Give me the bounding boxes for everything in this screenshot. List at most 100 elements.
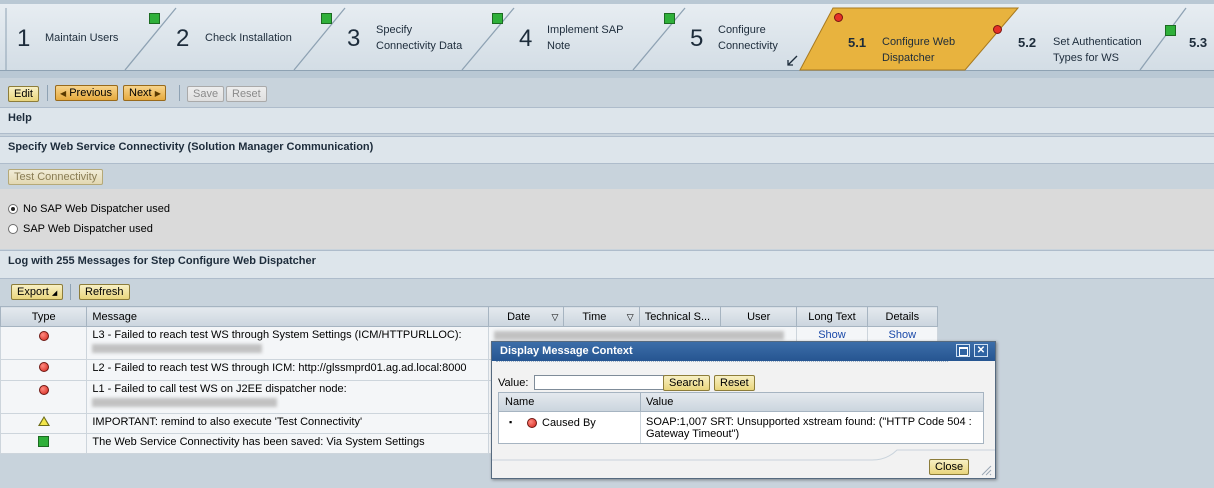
test-connectivity-button[interactable]: Test Connectivity	[8, 169, 104, 185]
roadmap-step-3[interactable]: 3 Specify Connectivity Data	[340, 4, 505, 70]
status-ok-icon	[664, 13, 675, 24]
edit-button[interactable]: Edit	[8, 86, 39, 102]
step-label-line1: Implement SAP	[547, 24, 624, 36]
date-header-label: Date	[507, 310, 531, 323]
radio-dispatcher-used-label: SAP Web Dispatcher used	[23, 223, 153, 235]
context-table-header: Name Value	[499, 393, 983, 412]
save-button[interactable]: Save	[187, 86, 225, 102]
dialog-close-button[interactable]: Close	[929, 459, 970, 475]
redacted-text	[494, 331, 785, 340]
column-header-name[interactable]: Name	[505, 396, 534, 408]
maximize-icon[interactable]	[956, 344, 970, 357]
redacted-text	[92, 344, 263, 353]
redacted-text	[92, 398, 278, 407]
message-cell: L1 - Failed to call test WS on J2EE disp…	[86, 380, 490, 414]
previous-button[interactable]: ◀ Previous	[55, 85, 119, 101]
step-label-line2: Types for WS	[1053, 52, 1120, 64]
roadmap-step-2[interactable]: 2 Check Installation	[170, 4, 335, 70]
dialog-titlebar[interactable]: Display Message Context ✕	[492, 342, 995, 361]
refresh-button[interactable]: Refresh	[79, 284, 130, 300]
roadmap-step-4[interactable]: 4 Implement SAP Note	[510, 4, 680, 70]
expand-arrow-icon	[787, 55, 798, 66]
dialog-reset-button[interactable]: Reset	[714, 375, 755, 391]
roadmap-step-5[interactable]: 5 Configure Connectivity	[680, 4, 845, 70]
column-header-user[interactable]: User	[720, 306, 798, 327]
show-long-text-link[interactable]: Show	[818, 329, 846, 341]
radio-no-dispatcher[interactable]	[8, 204, 18, 214]
export-button[interactable]: Export ◢	[11, 284, 64, 300]
log-title: Log with 255 Messages for Step Configure…	[8, 255, 316, 267]
reset-button[interactable]: Reset	[226, 86, 267, 102]
header-divider	[640, 393, 641, 411]
export-label: Export	[17, 286, 49, 298]
message-text: L3 - Failed to reach test WS through Sys…	[92, 329, 462, 341]
step-number: 5.1	[848, 35, 867, 50]
context-table: Name Value ▪ Caused By SOAP:1,007 SRT: U…	[498, 392, 984, 444]
radio-dispatcher-used[interactable]	[8, 224, 18, 234]
step-label-line1: Configure	[718, 24, 766, 36]
step-number: 4	[519, 25, 533, 52]
footer-decoration	[492, 449, 995, 461]
log-header: Log with 255 Messages for Step Configure…	[0, 250, 1214, 279]
chevron-left-icon: ◀	[60, 89, 67, 98]
radio-no-dispatcher-label: No SAP Web Dispatcher used	[23, 203, 170, 215]
error-icon	[38, 331, 49, 341]
step-number: 3	[347, 25, 361, 52]
context-row[interactable]: ▪ Caused By SOAP:1,007 SRT: Unsupported …	[499, 412, 983, 443]
log-toolbar: Export ◢ Refresh	[0, 279, 1214, 305]
step-label-line2: Connectivity Data	[376, 40, 463, 52]
type-cell	[0, 413, 88, 434]
next-button[interactable]: Next ▶	[123, 85, 166, 101]
show-details-link[interactable]: Show	[889, 329, 917, 341]
roadmap-step-5-3[interactable]: 5.3	[1188, 4, 1214, 70]
step-label: Check Installation	[205, 32, 292, 44]
step-number: 5	[690, 25, 704, 52]
status-ok-icon	[1165, 25, 1176, 36]
column-header-message[interactable]: Message	[86, 306, 490, 327]
next-label: Next	[129, 87, 152, 99]
caused-by-value-line2: Gateway Timeout")	[646, 428, 740, 440]
type-cell	[0, 326, 88, 360]
filter-icon[interactable]: ▽	[551, 312, 558, 323]
dialog-search-button[interactable]: Search	[663, 375, 710, 391]
value-label: Value:	[498, 377, 529, 389]
time-header-label: Time	[582, 310, 607, 323]
dialog-footer: Close	[492, 448, 995, 478]
step-label: Maintain Users	[45, 32, 119, 44]
previous-label: Previous	[69, 87, 113, 99]
warning-icon	[37, 416, 50, 426]
column-header-type[interactable]: Type	[0, 306, 88, 327]
value-search-input[interactable]	[534, 375, 664, 390]
test-connectivity-toolbar: Test Connectivity	[0, 164, 1214, 188]
filter-icon[interactable]: ▽	[627, 312, 634, 323]
type-cell	[0, 359, 88, 381]
column-header-date[interactable]: Date ▽	[488, 306, 565, 327]
close-icon[interactable]: ✕	[974, 344, 988, 357]
column-header-time[interactable]: Time ▽	[563, 306, 640, 327]
section-title: Specify Web Service Connectivity (Soluti…	[8, 141, 374, 153]
message-text: L1 - Failed to call test WS on J2EE disp…	[92, 383, 347, 395]
success-icon	[38, 436, 50, 447]
toolbar-separator	[179, 85, 180, 101]
error-icon	[38, 362, 49, 372]
column-header-long-text[interactable]: Long Text	[796, 306, 868, 327]
step-label-line1: Set Authentication	[1053, 36, 1142, 48]
roadmap-step-5-1[interactable]: 5.1 Configure Web Dispatcher	[840, 4, 1020, 70]
step-number: 5.2	[1018, 35, 1037, 50]
message-cell: L3 - Failed to reach test WS through Sys…	[86, 326, 490, 360]
column-header-technical-system[interactable]: Technical S...	[638, 306, 722, 327]
step-label-line1: Configure Web	[882, 36, 956, 48]
roadmap: 1 Maintain Users 2 Check Installation 3 …	[0, 0, 1214, 78]
step-label-line2: Dispatcher	[882, 52, 935, 64]
roadmap-step-1[interactable]: 1 Maintain Users	[8, 4, 168, 70]
toolbar-separator	[47, 85, 48, 101]
message-context-dialog: Display Message Context ✕ Value: Search …	[491, 341, 996, 479]
chevron-right-icon: ▶	[154, 89, 161, 98]
column-header-value[interactable]: Value	[646, 396, 673, 408]
roadmap-step-5-2[interactable]: 5.2 Set Authentication Types for WS	[1018, 4, 1183, 70]
type-cell	[0, 380, 88, 414]
caused-by-label: Caused By	[542, 417, 596, 429]
column-header-details[interactable]: Details	[866, 306, 939, 327]
help-section-header[interactable]: Help	[0, 107, 1214, 134]
resize-grip-icon[interactable]	[980, 464, 992, 476]
